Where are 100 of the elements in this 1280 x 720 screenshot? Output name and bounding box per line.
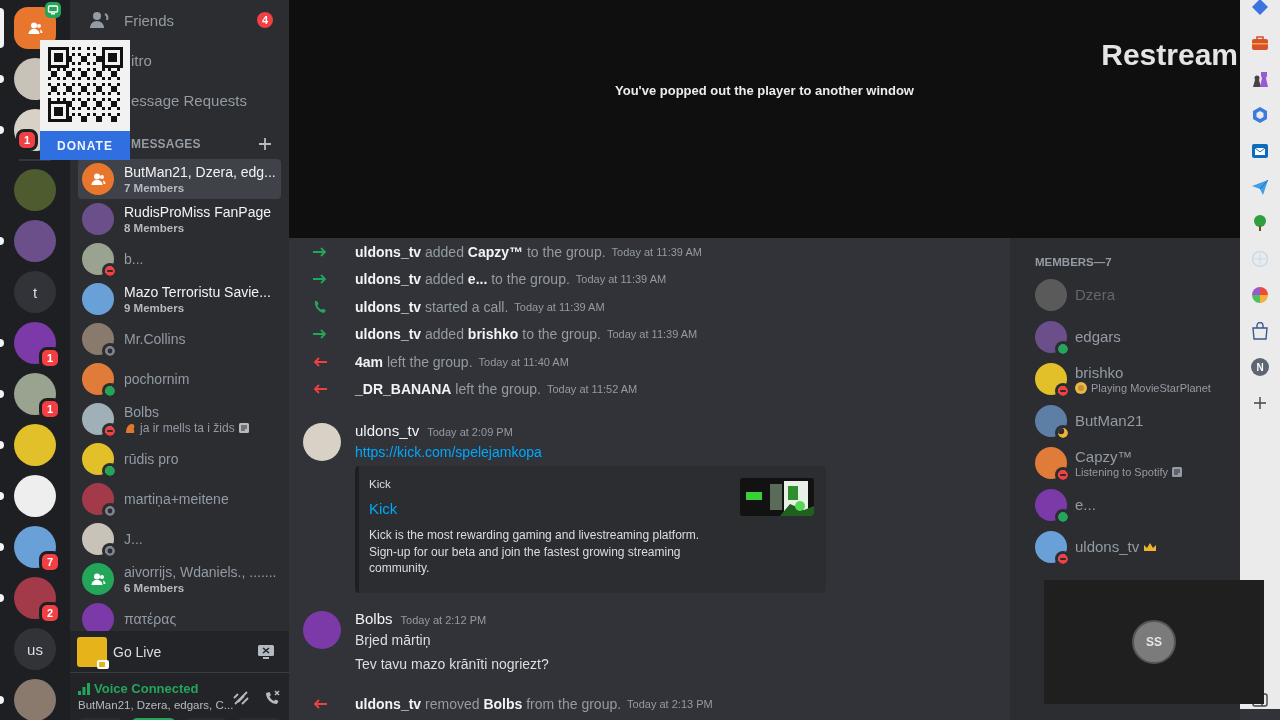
shopping-bag-icon[interactable]: [1251, 322, 1269, 340]
signal-icon: [78, 682, 90, 695]
nav-item[interactable]: itro: [131, 40, 281, 80]
member-name: brishko: [1075, 364, 1124, 382]
nav-item[interactable]: essage Requests: [131, 80, 281, 120]
timestamp: Today at 2:13 PM: [627, 698, 713, 711]
avatar: [82, 283, 114, 315]
timestamp: Today at 2:12 PM: [400, 613, 487, 626]
server-avatar[interactable]: [14, 475, 56, 517]
timestamp: Today at 11:39 AM: [606, 328, 698, 341]
server-avatar[interactable]: [14, 58, 40, 100]
hexagon-icon[interactable]: [1251, 106, 1269, 124]
conversation-item[interactable]: aivorrijs, Wdaniels., ....... 6 Members: [78, 559, 281, 599]
member-name: uldons_tv: [1075, 538, 1140, 556]
timestamp: Today at 11:40 AM: [478, 355, 569, 368]
voice-status: Voice Connected: [94, 681, 199, 696]
phone-icon: [312, 298, 328, 315]
server-avatar[interactable]: [14, 424, 56, 466]
profile-button[interactable]: N: [1251, 358, 1269, 376]
server-icon[interactable]: us: [14, 628, 56, 670]
member-item[interactable]: e...: [1035, 484, 1232, 526]
donate-button[interactable]: DONATE: [40, 131, 130, 160]
member-count: 7 Members: [124, 181, 186, 195]
avatar: [1035, 531, 1067, 563]
system-message: uldons_tv started a call.: [355, 298, 509, 315]
link[interactable]: https://kick.com/spelejamkopa: [355, 442, 542, 462]
screen-share-icon[interactable]: [257, 643, 275, 660]
plus-icon[interactable]: [259, 138, 271, 150]
member-item[interactable]: uldons_tv: [1035, 526, 1232, 568]
game-icon: [77, 636, 107, 667]
embed-provider: Kick: [369, 478, 392, 490]
activity-status: Playing MovieStarPlanet: [1091, 382, 1211, 394]
member-item[interactable]: Capzy™ Listening to Spotify: [1035, 442, 1232, 484]
plus-icon[interactable]: [1251, 394, 1269, 412]
noise-suppression-icon[interactable]: [233, 690, 252, 706]
stream-logo: Restream: [1101, 38, 1238, 72]
conversation-item[interactable]: martiņa+meitene: [78, 479, 281, 519]
system-message: uldons_tv added brishko to the group.: [355, 326, 601, 343]
timestamp: Today at 2:09 PM: [427, 426, 513, 438]
people-icon: [26, 20, 44, 36]
avatar: [82, 443, 114, 475]
author-name[interactable]: uldons_tv: [355, 420, 420, 442]
system-message: 4am left the group.: [355, 353, 473, 370]
server-icon[interactable]: t: [14, 271, 56, 313]
briefcase-icon[interactable]: [1251, 34, 1269, 52]
mail-icon[interactable]: [1251, 142, 1269, 160]
avatar: [1035, 321, 1067, 353]
system-message: uldons_tv added Capzy™ to the group.: [355, 243, 606, 260]
avatar: [82, 363, 114, 395]
count-badge: 1: [39, 347, 61, 369]
go-live-label: Go Live: [113, 643, 162, 660]
conversation-item[interactable]: Mazo Terroristu Savie... 9 Members: [78, 279, 281, 319]
count-badge: 4: [257, 12, 273, 28]
conversation-item[interactable]: ButMan21, Dzera, edg... 7 Members: [78, 159, 281, 199]
conversation-item[interactable]: Mr.Collins: [78, 319, 281, 359]
emoji-icon: [124, 422, 136, 434]
avatar: [1035, 279, 1067, 311]
system-message: _DR_BANANA left the group.: [355, 381, 541, 398]
member-name: Dzera: [1075, 286, 1115, 304]
member-count: 8 Members: [124, 221, 186, 235]
chess-pieces-icon[interactable]: [1251, 70, 1269, 88]
member-name: Capzy™: [1075, 448, 1133, 466]
member-item[interactable]: brishko Playing MovieStarPlanet: [1035, 358, 1232, 400]
embed-description: Kick is the most rewarding gaming and livestreaming platform. Sign-up for our beta and join the fastest growing streaming community.: [369, 527, 701, 577]
system-message: uldons_tv removed Bolbs from the group.: [355, 696, 622, 713]
nav-item[interactable]: Friends 4: [78, 0, 281, 40]
disconnect-icon[interactable]: [263, 689, 282, 707]
conversation-item[interactable]: Bolbs ja ir mells ta i žids: [78, 399, 281, 439]
game-coin-icon: [1075, 382, 1087, 394]
avatar: [1035, 405, 1067, 437]
member-name: ButMan21: [1075, 412, 1144, 430]
system-message: uldons_tv added e... to the group.: [355, 271, 570, 288]
voice-channel: ButMan21, Dzera, edgars, C...: [78, 699, 234, 711]
count-badge: 2: [39, 602, 61, 624]
avatar: [82, 203, 114, 235]
note-icon: [238, 423, 249, 433]
conversation-item[interactable]: J...: [78, 519, 281, 559]
server-avatar[interactable]: 1: [14, 109, 40, 151]
member-name: e...: [1075, 496, 1096, 514]
diamond-icon[interactable]: [1251, 0, 1269, 16]
popout-message: You've popped out the player to another window: [615, 83, 914, 98]
avatar: [82, 523, 114, 555]
avatar: [82, 243, 114, 275]
section-header: MEMBERS—7: [1035, 256, 1112, 270]
conversation-item[interactable]: rūdis pro: [78, 439, 281, 479]
conversation-item[interactable]: RudisProMiss FanPage 8 Members: [78, 199, 281, 239]
conversation-item[interactable]: pochornim: [78, 359, 281, 399]
colorful-circle-icon[interactable]: [1251, 286, 1269, 304]
message-text: Brjed mārtiņ: [355, 630, 431, 650]
timestamp: Today at 11:39 AM: [611, 245, 702, 258]
author-name[interactable]: Bolbs: [355, 607, 393, 630]
send-icon[interactable]: [1251, 178, 1269, 196]
member-item[interactable]: ButMan21: [1035, 400, 1232, 442]
conversation-item[interactable]: b...: [78, 239, 281, 279]
member-count: 6 Members: [124, 581, 186, 595]
embed-title[interactable]: Kick: [369, 500, 398, 517]
section-header: MESSAGES: [131, 137, 201, 151]
avatar: [303, 610, 341, 649]
tree-icon[interactable]: [1251, 214, 1269, 232]
member-item[interactable]: edgars: [1035, 316, 1232, 358]
